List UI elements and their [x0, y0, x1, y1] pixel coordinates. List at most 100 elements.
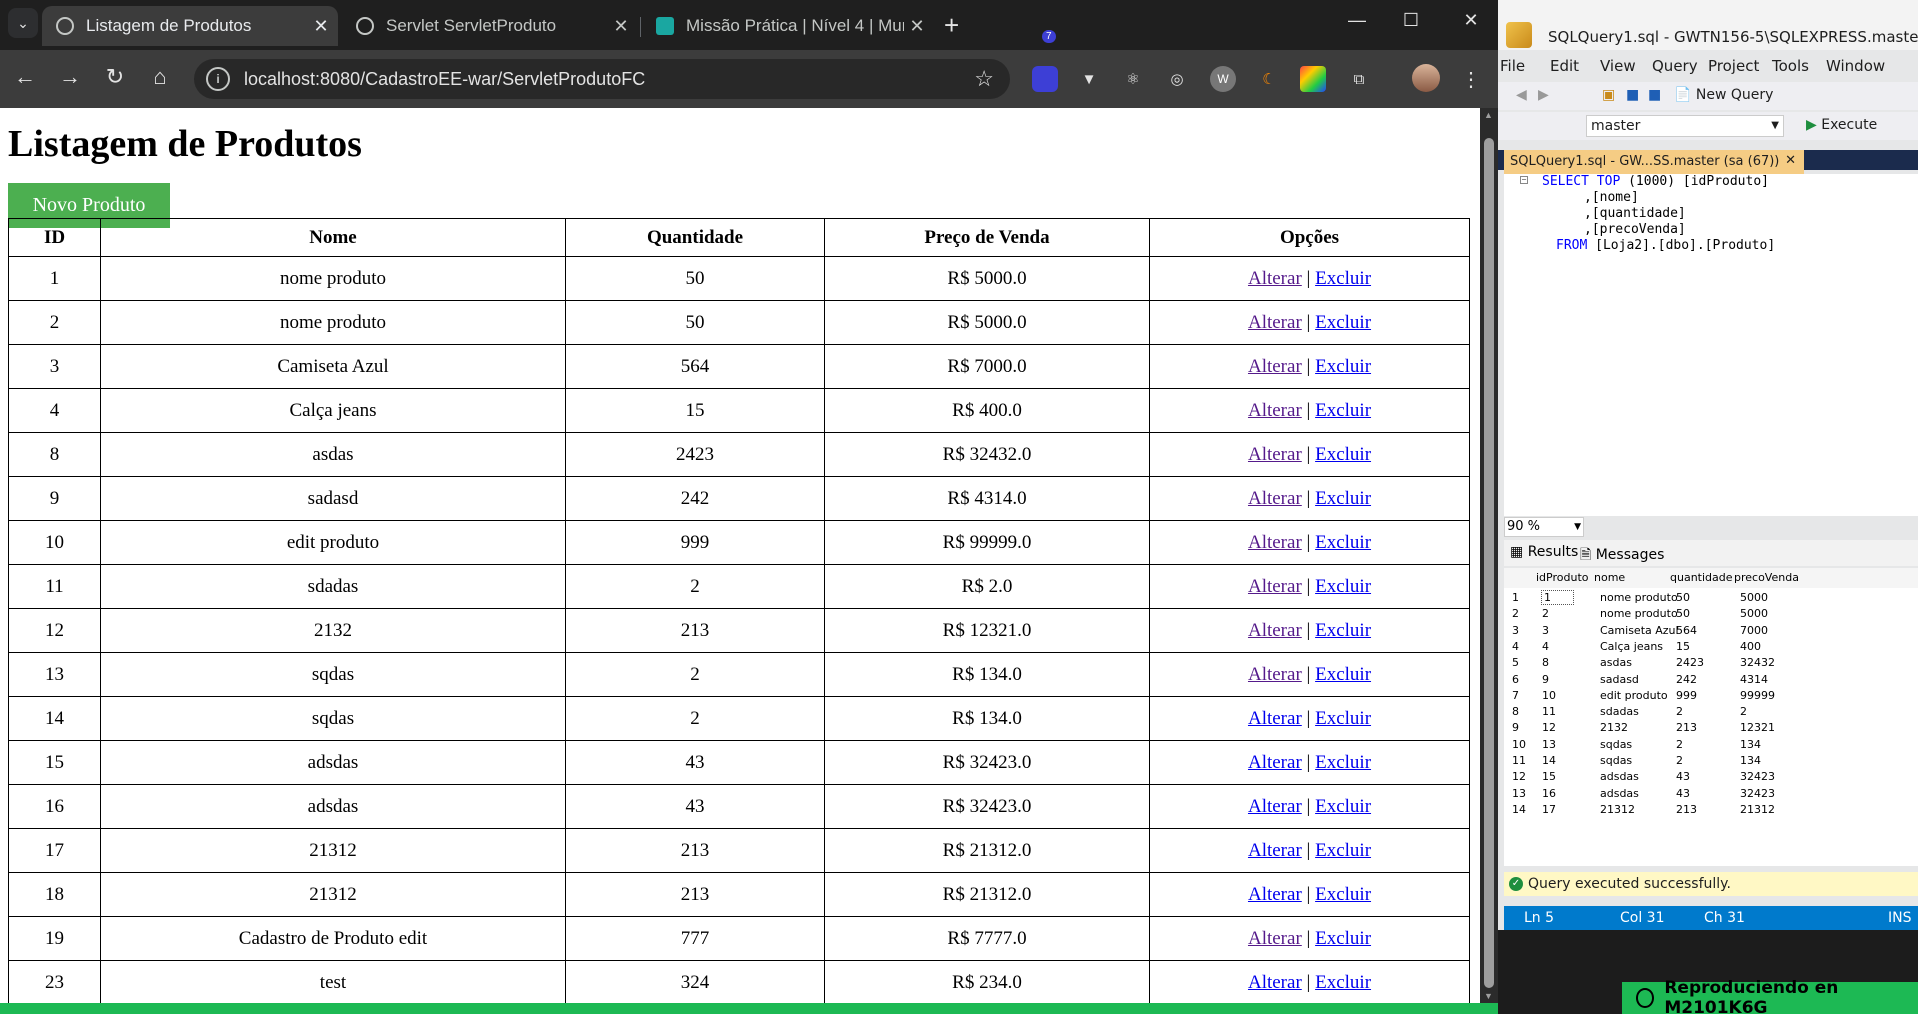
menu-tools[interactable]: Tools — [1772, 57, 1809, 75]
scroll-up-icon[interactable]: ▲ — [1484, 110, 1493, 120]
vuetify-extension-icon[interactable]: ▼ — [1076, 66, 1102, 92]
alterar-link[interactable]: Alterar — [1248, 312, 1302, 333]
cell-preco: R$ 7777.0 — [824, 916, 1150, 961]
menu-edit[interactable]: Edit — [1550, 57, 1579, 75]
tab-messages[interactable]: 🗎 Messages — [1580, 544, 1664, 568]
maximize-icon[interactable]: ☐ — [1384, 10, 1438, 31]
save-icon[interactable]: ■ — [1626, 87, 1639, 103]
cell-id: 13 — [8, 652, 101, 697]
excluir-link[interactable]: Excluir — [1315, 400, 1371, 421]
excluir-link[interactable]: Excluir — [1315, 488, 1371, 509]
alterar-link[interactable]: Alterar — [1248, 576, 1302, 597]
grid-cell: 99999 — [1740, 688, 1775, 702]
back-icon[interactable]: ← — [10, 64, 40, 90]
alterar-link[interactable]: Alterar — [1248, 532, 1302, 553]
menu-query[interactable]: Query — [1652, 57, 1698, 75]
alterar-link[interactable]: Alterar — [1248, 884, 1302, 905]
new-tab-icon[interactable]: + — [944, 10, 959, 40]
w-extension-icon[interactable]: W — [1210, 66, 1236, 92]
bookmark-star-icon[interactable]: ☆ — [974, 66, 994, 92]
alterar-link[interactable]: Alterar — [1248, 928, 1302, 949]
address-bar[interactable]: i localhost:8080/CadastroEE-war/ServletP… — [194, 59, 1010, 99]
excluir-link[interactable]: Excluir — [1315, 884, 1371, 905]
tab-title: Missão Prática | Nível 4 | Mundo — [686, 16, 904, 35]
grid-row[interactable]: 14 17 21312 213 21312 — [1504, 800, 1918, 820]
tab-results[interactable]: ▦ Results — [1510, 544, 1578, 560]
excluir-link[interactable]: Excluir — [1315, 268, 1371, 289]
scrollbar-thumb[interactable] — [1484, 138, 1494, 988]
alterar-link[interactable]: Alterar — [1248, 400, 1302, 421]
moon-extension-icon[interactable]: ☾ — [1256, 66, 1282, 92]
excluir-link[interactable]: Excluir — [1315, 356, 1371, 377]
minimize-icon[interactable]: — — [1330, 10, 1384, 31]
collapse-icon[interactable]: − — [1520, 176, 1528, 184]
extension-icon[interactable] — [1032, 66, 1058, 92]
tab-search-icon[interactable]: ⌄ — [8, 8, 38, 38]
close-tab-icon[interactable]: ✕ — [308, 16, 334, 37]
menu-view[interactable]: View — [1600, 57, 1636, 75]
excluir-link[interactable]: Excluir — [1315, 972, 1371, 993]
menu-window[interactable]: Window — [1826, 57, 1885, 75]
results-grid[interactable]: idProduto nome quantidade precoVenda 11n… — [1504, 568, 1918, 866]
react-devtools-icon[interactable]: ⚛ — [1120, 66, 1146, 92]
new-query-button[interactable]: 📄 New Query — [1674, 87, 1773, 103]
alterar-link[interactable]: Alterar — [1248, 752, 1302, 773]
page-scrollbar[interactable]: ▲ ▼ — [1480, 108, 1498, 1003]
url-text[interactable]: localhost:8080/CadastroEE-war/ServletPro… — [244, 69, 974, 90]
excluir-link[interactable]: Excluir — [1315, 796, 1371, 817]
home-icon[interactable]: ⌂ — [145, 64, 175, 90]
cell-preco: R$ 400.0 — [824, 388, 1150, 433]
excluir-link[interactable]: Excluir — [1315, 708, 1371, 729]
menu-project[interactable]: Project — [1708, 57, 1759, 75]
alterar-link[interactable]: Alterar — [1248, 664, 1302, 685]
close-window-icon[interactable]: ✕ — [1444, 10, 1498, 31]
extensions-puzzle-icon[interactable]: ⧉ — [1346, 66, 1372, 92]
excluir-link[interactable]: Excluir — [1315, 620, 1371, 641]
execute-button[interactable]: ▶ Execute — [1806, 117, 1877, 133]
forward-icon[interactable]: → — [55, 64, 85, 90]
alterar-link[interactable]: Alterar — [1248, 708, 1302, 729]
avatar[interactable] — [1412, 64, 1440, 92]
site-info-icon[interactable]: i — [206, 67, 230, 91]
query-doc-tab[interactable]: SQLQuery1.sql - GW...SS.master (sa (67))… — [1504, 150, 1804, 174]
nav-back-icon[interactable]: ◀ — [1516, 87, 1527, 103]
reload-icon[interactable]: ↻ — [100, 64, 130, 90]
excluir-link[interactable]: Excluir — [1315, 576, 1371, 597]
cell-id: 11 — [8, 564, 101, 609]
excluir-link[interactable]: Excluir — [1315, 312, 1371, 333]
excluir-link[interactable]: Excluir — [1315, 532, 1371, 553]
teams-icon — [656, 17, 674, 35]
tab-listagem[interactable]: Listagem de Produtos ✕ — [42, 6, 338, 46]
save-all-icon[interactable]: ■ — [1648, 87, 1661, 103]
zoom-select[interactable]: 90 % ▼ — [1504, 517, 1584, 537]
nav-forward-icon[interactable]: ▶ — [1538, 87, 1549, 103]
now-playing-bar[interactable]: Reproduciendo en M2101K6G — [1622, 978, 1918, 1014]
excluir-link[interactable]: Excluir — [1315, 444, 1371, 465]
open-file-icon[interactable]: ▣ — [1602, 87, 1615, 103]
close-tab-icon[interactable]: ✕ — [904, 16, 930, 37]
color-extension-icon[interactable] — [1300, 66, 1326, 92]
excluir-link[interactable]: Excluir — [1315, 664, 1371, 685]
menu-dots-icon[interactable]: ⋮ — [1458, 66, 1484, 92]
alterar-link[interactable]: Alterar — [1248, 972, 1302, 993]
tab-missao[interactable]: Missão Prática | Nível 4 | Mundo ✕ — [642, 6, 934, 46]
alterar-link[interactable]: Alterar — [1248, 620, 1302, 641]
excluir-link[interactable]: Excluir — [1315, 752, 1371, 773]
alterar-link[interactable]: Alterar — [1248, 840, 1302, 861]
scroll-down-icon[interactable]: ▼ — [1484, 991, 1493, 1001]
sql-editor[interactable]: − SELECT TOP (1000) [idProduto] ,[nome] … — [1504, 174, 1918, 516]
excluir-link[interactable]: Excluir — [1315, 928, 1371, 949]
excluir-link[interactable]: Excluir — [1315, 840, 1371, 861]
alterar-link[interactable]: Alterar — [1248, 796, 1302, 817]
alterar-link[interactable]: Alterar — [1248, 356, 1302, 377]
close-tab-icon[interactable]: ✕ — [608, 16, 634, 37]
alterar-link[interactable]: Alterar — [1248, 268, 1302, 289]
menu-file[interactable]: File — [1500, 57, 1525, 75]
close-doc-icon[interactable]: ✕ — [1785, 153, 1796, 168]
tab-servlet[interactable]: Servlet ServletProduto ✕ — [342, 6, 638, 46]
database-select[interactable]: master ▼ — [1586, 115, 1784, 137]
target-extension-icon[interactable]: ◎ — [1164, 66, 1190, 92]
alterar-link[interactable]: Alterar — [1248, 488, 1302, 509]
alterar-link[interactable]: Alterar — [1248, 444, 1302, 465]
link-separator: | — [1306, 355, 1311, 377]
